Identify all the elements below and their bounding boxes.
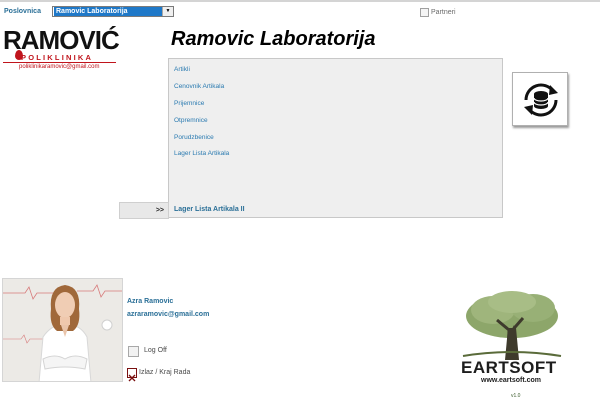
menu-item-otpremnice[interactable]: Otpremnice [174,117,208,124]
menu-item-prijemnice[interactable]: Prijemnice [174,100,204,107]
menu-item-lager-lista-artikala[interactable]: Lager Lista Artikala [174,150,229,157]
clinic-logo: RAMOVIĆ POLIKLINIKA poliklinikaramovic@g… [3,26,120,72]
partneri-label: Partneri [431,9,456,16]
page-title: Ramovic Laboratorija [171,28,376,50]
exit-button[interactable] [127,368,137,382]
logoff-button[interactable] [128,346,139,357]
user-photo [2,278,123,382]
eartsoft-version: v1.0 [511,393,521,399]
arrow-button[interactable]: >> [119,202,169,219]
chevron-down-icon[interactable]: ▼ [162,7,173,16]
close-icon [128,374,136,382]
menu-item-porudzbenice[interactable]: Porudzbenice [174,134,214,141]
user-email: azraramovic@gmail.com [127,311,210,318]
top-border [0,0,600,2]
tree-icon [462,291,562,360]
poslovnica-label: Poslovnica [4,8,41,15]
poslovnica-select-value: Ramovic Laboratorija [54,7,162,16]
sync-database-icon [524,83,558,117]
eartsoft-url: www.eartsoft.com [481,377,542,384]
sync-database-button[interactable] [512,72,568,126]
logoff-label[interactable]: Log Off [144,347,167,354]
logo-email: poliklinikaramovic@gmail.com [19,64,100,70]
menu-item-cenovnik-artikala[interactable]: Cenovnik Artikala [174,83,224,90]
logo-divider [3,62,116,63]
exit-label[interactable]: Izlaz / Kraj Rada [139,369,190,376]
menu-item-artikli[interactable]: Artikli [174,66,190,73]
logo-subtitle: POLIKLINIKA [21,53,94,62]
menu-item-lager-lista-artikala-ii[interactable]: Lager Lista Artikala II [174,206,245,213]
poslovnica-select[interactable]: Ramovic Laboratorija ▼ [52,6,174,17]
partneri-checkbox[interactable] [420,8,429,17]
eartsoft-logo: EARTSOFT www.eartsoft.com v1.0 [453,290,571,400]
menu-panel: Artikli Cenovnik Artikala Prijemnice Otp… [168,58,503,218]
eartsoft-name: EARTSOFT [461,358,557,377]
user-name: Azra Ramovic [127,298,174,305]
